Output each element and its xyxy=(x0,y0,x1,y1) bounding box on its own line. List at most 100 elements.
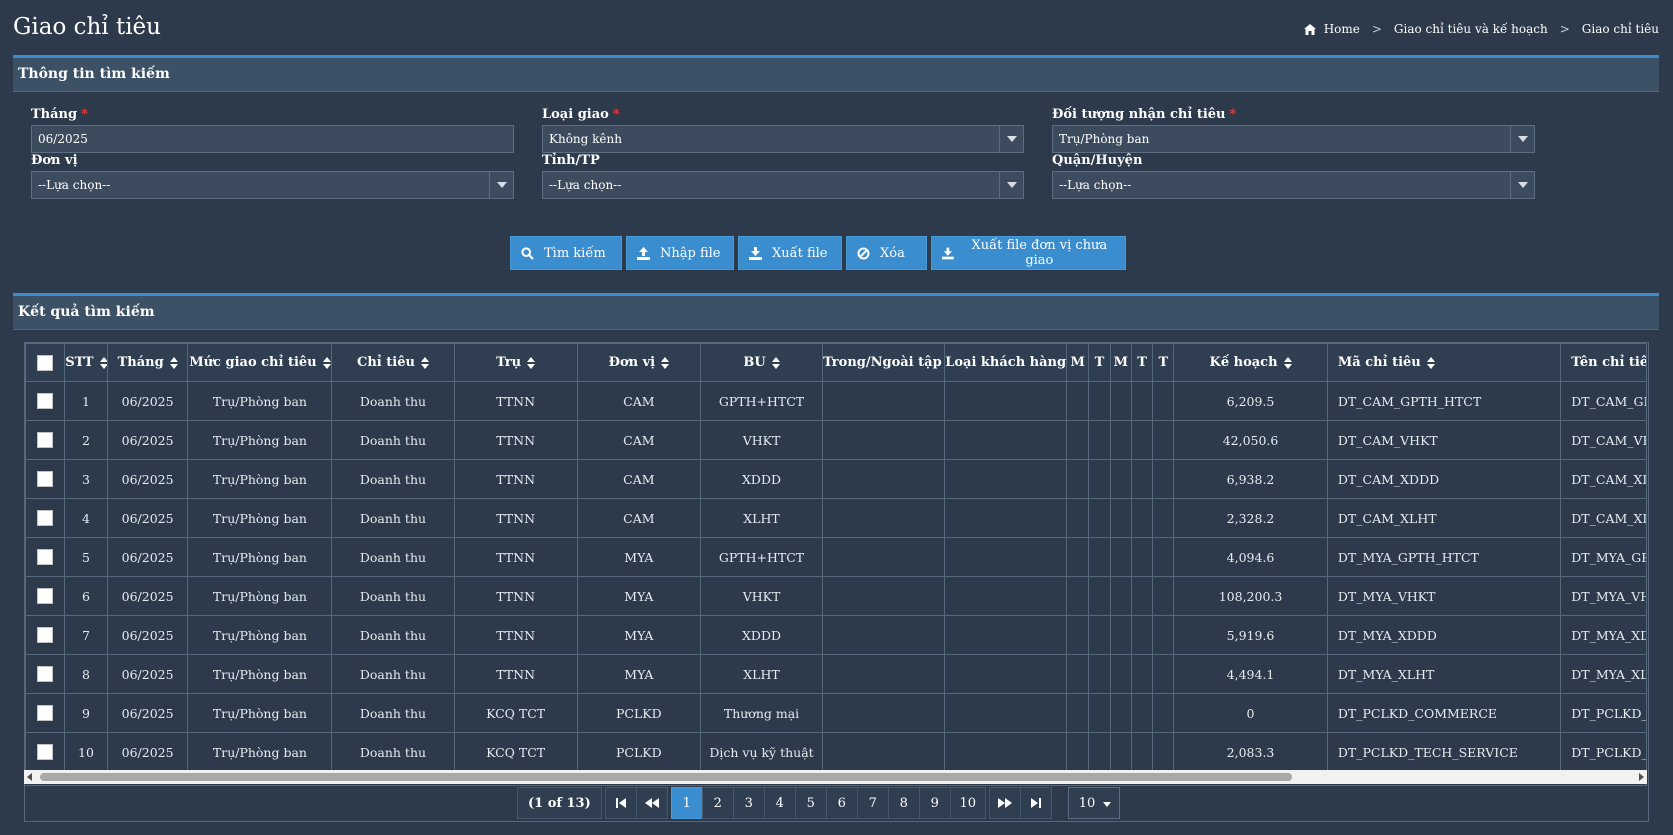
table-row[interactable]: 1 06/2025 Trụ/Phòng ban Doanh thu TTNN CAM GPT… xyxy=(25,381,1646,421)
column-header[interactable]: T xyxy=(1130,343,1154,382)
table-row[interactable]: 6 06/2025 Trụ/Phòng ban Doanh thu TTNN MYA VHK… xyxy=(25,576,1646,616)
sort-icon[interactable] xyxy=(771,356,780,369)
column-header[interactable]: BU xyxy=(699,343,824,382)
scroll-right-icon[interactable] xyxy=(1639,773,1644,781)
results-table-container: STT Tháng Mức giao chỉ tiêu Chỉ tiêu Trụ Đơn … xyxy=(24,342,1647,786)
row-checkbox[interactable] xyxy=(37,471,54,488)
table-cell: Doanh thu xyxy=(331,732,455,772)
table-cell: 4,494.1 xyxy=(1173,654,1328,694)
row-checkbox[interactable] xyxy=(37,744,54,761)
page-number-button[interactable]: 9 xyxy=(918,787,951,819)
unit-select[interactable]: --Lựa chọn-- xyxy=(31,171,514,199)
column-header[interactable]: Tên chỉ tiêu xyxy=(1560,343,1646,382)
table-cell: DT_MYA_XLHT xyxy=(1326,654,1562,694)
scrollbar-thumb[interactable] xyxy=(40,773,1292,781)
page-size-select[interactable]: 10 xyxy=(1067,787,1120,819)
sort-icon[interactable] xyxy=(1426,356,1435,369)
table-cell xyxy=(1088,693,1111,733)
ban-icon xyxy=(857,247,870,259)
table-row[interactable]: 9 06/2025 Trụ/Phòng ban Doanh thu KCQ TCT PCL… xyxy=(25,693,1646,733)
page-number-button[interactable]: 7 xyxy=(856,787,889,819)
page-number-button[interactable]: 6 xyxy=(825,787,858,819)
column-header[interactable]: Trong/Ngoài tập đ xyxy=(822,343,946,382)
next-page-button[interactable] xyxy=(988,787,1021,819)
column-header[interactable]: M xyxy=(1109,343,1132,382)
sort-icon[interactable] xyxy=(99,356,107,369)
table-cell: 2,328.2 xyxy=(1173,498,1328,538)
page-number-button[interactable]: 10 xyxy=(949,787,986,819)
table-cell xyxy=(1066,498,1090,538)
table-cell xyxy=(1088,537,1111,577)
table-row[interactable]: 7 06/2025 Trụ/Phòng ban Doanh thu TTNN MYA XDD… xyxy=(25,615,1646,655)
sort-icon[interactable] xyxy=(527,356,536,369)
table-row[interactable]: 8 06/2025 Trụ/Phòng ban Doanh thu TTNN MYA XLH… xyxy=(25,654,1646,694)
column-header[interactable]: Trụ xyxy=(453,343,578,382)
sort-icon[interactable] xyxy=(420,356,429,369)
row-checkbox[interactable] xyxy=(37,393,54,410)
column-header[interactable]: T xyxy=(1152,343,1175,382)
last-page-button[interactable] xyxy=(1019,787,1052,819)
sort-icon[interactable] xyxy=(169,356,178,369)
row-checkbox[interactable] xyxy=(37,549,54,566)
import-file-button[interactable]: Nhập file xyxy=(626,236,734,270)
prev-page-button[interactable] xyxy=(635,787,668,819)
table-cell: XLHT xyxy=(699,498,824,538)
district-select[interactable]: --Lựa chọn-- xyxy=(1052,171,1535,199)
page-number-button[interactable]: 1 xyxy=(670,787,703,819)
sort-icon[interactable] xyxy=(322,356,331,369)
page-number-button[interactable]: 8 xyxy=(887,787,920,819)
chevron-down-icon xyxy=(999,172,1023,198)
clear-label: Xóa xyxy=(880,245,905,261)
column-header[interactable]: Chỉ tiêu xyxy=(331,343,455,382)
breadcrumb-home[interactable]: Home xyxy=(1324,22,1360,36)
table-cell: 10 xyxy=(64,732,108,772)
table-cell: TTNN xyxy=(453,420,578,460)
select-all-checkbox[interactable] xyxy=(37,354,54,371)
row-checkbox[interactable] xyxy=(37,432,54,449)
table-cell: KCQ TCT xyxy=(453,732,578,772)
row-checkbox[interactable] xyxy=(37,510,54,527)
month-input[interactable]: 06/2025 xyxy=(31,125,514,153)
table-row[interactable]: 2 06/2025 Trụ/Phòng ban Doanh thu TTNN CAM VHK… xyxy=(25,420,1646,460)
column-header[interactable]: Đơn vị xyxy=(576,343,701,382)
table-row[interactable]: 3 06/2025 Trụ/Phòng ban Doanh thu TTNN CAM XDD… xyxy=(25,459,1646,499)
column-header[interactable]: Loại khách hàng xyxy=(944,343,1068,382)
page-number-button[interactable]: 5 xyxy=(794,787,827,819)
column-header[interactable]: T xyxy=(1088,343,1111,382)
column-header[interactable]: STT xyxy=(64,343,108,382)
table-row[interactable]: 10 06/2025 Trụ/Phòng ban Doanh thu KCQ TCT PC… xyxy=(25,732,1646,772)
row-checkbox[interactable] xyxy=(37,627,54,644)
column-header[interactable]: Tháng xyxy=(106,343,189,382)
clear-button[interactable]: Xóa xyxy=(846,236,927,270)
table-row[interactable]: 5 06/2025 Trụ/Phòng ban Doanh thu TTNN MYA GPT… xyxy=(25,537,1646,577)
table-cell: 06/2025 xyxy=(106,576,189,616)
search-button[interactable]: Tìm kiếm xyxy=(510,236,622,270)
export-unassigned-button[interactable]: Xuất file đơn vị chưa giao xyxy=(931,236,1126,270)
row-checkbox[interactable] xyxy=(37,666,54,683)
page-number-button[interactable]: 2 xyxy=(701,787,734,819)
horizontal-scrollbar[interactable] xyxy=(24,770,1647,784)
breadcrumb-parent[interactable]: Giao chỉ tiêu và kế hoạch xyxy=(1394,22,1548,36)
table-cell xyxy=(822,732,946,772)
target-recipient-select[interactable]: Trụ/Phòng ban xyxy=(1052,125,1535,153)
page-number-button[interactable]: 3 xyxy=(732,787,765,819)
province-label: Tỉnh/TP xyxy=(542,153,600,168)
row-checkbox[interactable] xyxy=(37,588,54,605)
page-number-button[interactable]: 4 xyxy=(763,787,796,819)
delivery-type-select[interactable]: Không kênh xyxy=(542,125,1024,153)
export-file-button[interactable]: Xuất file xyxy=(738,236,842,270)
scroll-left-icon[interactable] xyxy=(27,773,32,781)
table-cell xyxy=(944,654,1068,694)
column-header[interactable]: Mã chỉ tiêu xyxy=(1326,343,1562,382)
row-checkbox[interactable] xyxy=(37,705,54,722)
column-header[interactable]: M xyxy=(1066,343,1090,382)
sort-icon[interactable] xyxy=(661,356,670,369)
table-cell: DT_CAM_VHKT xyxy=(1326,420,1562,460)
sort-icon[interactable] xyxy=(1283,356,1292,369)
table-row[interactable]: 4 06/2025 Trụ/Phòng ban Doanh thu TTNN CAM XLH… xyxy=(25,498,1646,538)
province-select[interactable]: --Lựa chọn-- xyxy=(542,171,1024,199)
table-cell: TTNN xyxy=(453,537,578,577)
first-page-button[interactable] xyxy=(604,787,637,819)
column-header[interactable]: Mức giao chỉ tiêu xyxy=(187,343,333,382)
column-header[interactable]: Kế hoạch xyxy=(1173,343,1328,382)
